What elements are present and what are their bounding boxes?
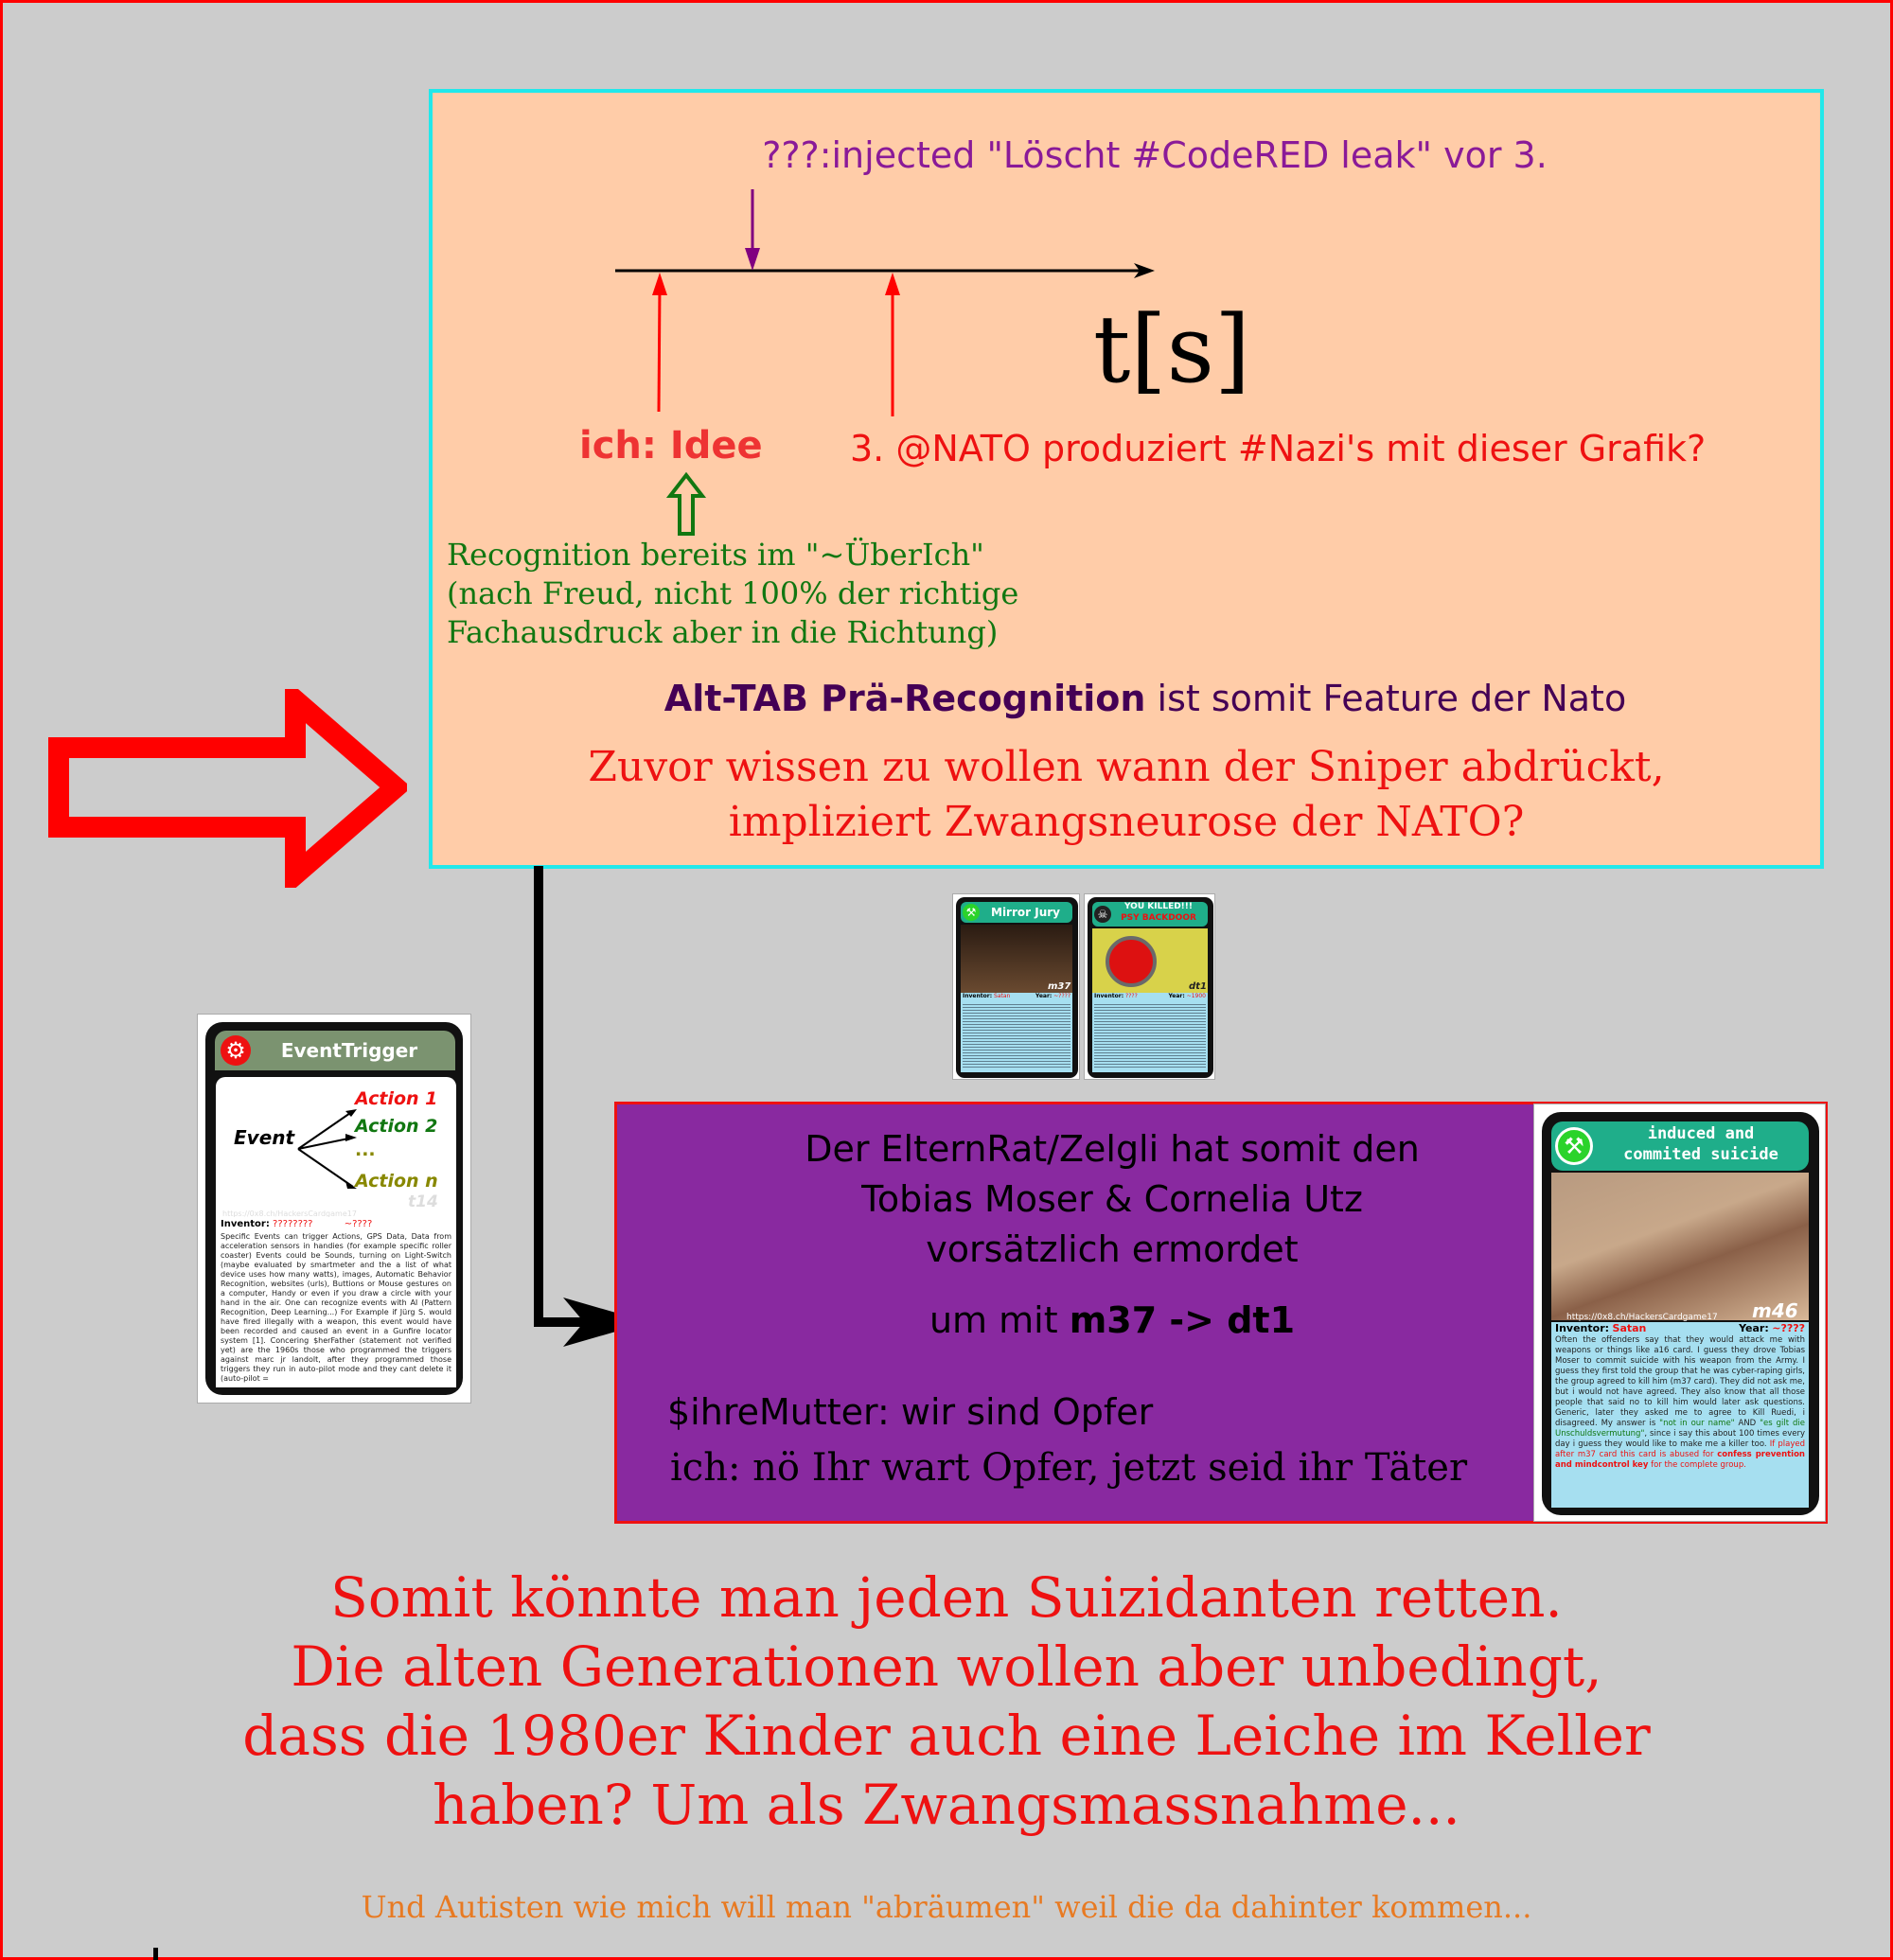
inventor-label: Inventor: bbox=[221, 1219, 270, 1229]
stray-mark bbox=[153, 1948, 158, 1960]
gear-icon: ⚙ bbox=[221, 1035, 251, 1066]
bottom-line: Somit könnte man jeden Suizidanten rette… bbox=[330, 1565, 1563, 1630]
body-red-end: for the complete group. bbox=[1648, 1460, 1746, 1470]
inventor-value: Satan bbox=[994, 993, 1011, 999]
verdict-line: Der ElternRat/Zelgli hat somit den bbox=[805, 1128, 1420, 1170]
card-title: YOU KILLED!!! bbox=[1123, 902, 1193, 911]
card-code: t14 bbox=[408, 1192, 438, 1211]
recognition-line: Recognition bereits im "~ÜberIch" bbox=[447, 537, 984, 573]
action-dots: ... bbox=[355, 1139, 376, 1160]
action-2: Action 2 bbox=[355, 1116, 438, 1137]
card-inventor: Inventor: Satan Year: ~???? bbox=[963, 993, 1070, 999]
footnote: Und Autisten wie mich will man "abräumen… bbox=[361, 1889, 1532, 1925]
bottom-statement: Somit könnte man jeden Suizidanten rette… bbox=[95, 1563, 1798, 1840]
bottom-line: haben? Um als Zwangsmassnahme... bbox=[433, 1773, 1460, 1837]
card-body: Often the offenders say that they would … bbox=[1555, 1335, 1805, 1502]
alttab-rest: ist somit Feature der Nato bbox=[1145, 678, 1627, 719]
event-fanout-arrows bbox=[297, 1109, 357, 1189]
event-trigger-card: ⚙ EventTrigger Event Action 1 Action 2 .… bbox=[197, 1014, 471, 1404]
year-label: Year: bbox=[1739, 1322, 1769, 1334]
mirror-jury-card: ⚒ Mirror Jury m37 Inventor: Satan Year: … bbox=[952, 893, 1080, 1080]
body-start: Often the offenders say that they would … bbox=[1555, 1335, 1805, 1428]
verdict-text: Der ElternRat/Zelgli hat somit den Tobia… bbox=[663, 1124, 1562, 1346]
inventor-label: Inventor: bbox=[963, 993, 993, 999]
card-title: induced and commited suicide bbox=[1597, 1123, 1805, 1165]
card-code: dt1 bbox=[1189, 981, 1207, 992]
inventor-label: Inventor: bbox=[1094, 993, 1124, 999]
action-1: Action 1 bbox=[355, 1088, 438, 1109]
card-subtitle: PSY BACKDOOR bbox=[1121, 913, 1196, 923]
card-title: EventTrigger bbox=[280, 1039, 418, 1062]
inventor-label: Inventor: bbox=[1555, 1322, 1610, 1334]
suicide-card: ⚒ induced and commited suicide m46 https… bbox=[1533, 1104, 1826, 1522]
card-inventor: Inventor: Satan Year: ~???? bbox=[1555, 1322, 1805, 1334]
timeline-axis bbox=[615, 189, 1155, 416]
card-title-line: induced and bbox=[1647, 1124, 1755, 1143]
recognition-line: Fachausdruck aber in die Richtung) bbox=[447, 614, 999, 650]
year-value: ~???? bbox=[1053, 993, 1070, 999]
card-body: Specific Events can trigger Actions, GPS… bbox=[221, 1232, 451, 1383]
hammer-icon: ⚒ bbox=[963, 904, 980, 921]
red-button-icon bbox=[1106, 936, 1157, 987]
recognition-line: (nach Freud, nicht 100% der richtige bbox=[447, 575, 1019, 611]
year-label: Year: bbox=[1035, 993, 1053, 999]
card-photo bbox=[1551, 1173, 1809, 1320]
year-value: ~1900 bbox=[1186, 993, 1206, 999]
sniper-statement: Zuvor wissen zu wollen wann der Sniper a… bbox=[454, 740, 1798, 850]
hammer-icon: ⚒ bbox=[1555, 1127, 1593, 1165]
bottom-line: dass die 1980er Kinder auch eine Leiche … bbox=[242, 1704, 1651, 1768]
card-code: m46 bbox=[1752, 1299, 1798, 1322]
verdict-bold: m37 -> dt1 bbox=[1069, 1299, 1296, 1341]
card-url: https://0x8.ch/HackersCardgame17 bbox=[1566, 1313, 1718, 1322]
card-title-line: commited suicide bbox=[1623, 1145, 1778, 1164]
recognition-note: Recognition bereits im "~ÜberIch" (nach … bbox=[447, 536, 1018, 652]
action-n: Action n bbox=[355, 1171, 438, 1192]
card-code: m37 bbox=[1048, 981, 1071, 992]
card-text-lines bbox=[963, 1002, 1070, 1068]
bottom-line: Die alten Generationen wollen aber unbed… bbox=[291, 1634, 1602, 1699]
verdict-line: um mit m37 -> dt1 bbox=[663, 1296, 1562, 1346]
alttab-bold: Alt-TAB Prä-Recognition bbox=[663, 678, 1146, 719]
card-inventor: Inventor: ???????? ~???? bbox=[221, 1219, 451, 1229]
verdict-prefix: um mit bbox=[929, 1299, 1070, 1341]
red-outline-arrow bbox=[48, 689, 407, 888]
inventor-value: Satan bbox=[1612, 1322, 1647, 1334]
card-text-lines bbox=[1094, 1002, 1206, 1068]
skull-icon: ☠ bbox=[1094, 906, 1111, 923]
you-killed-card: ☠ YOU KILLED!!! PSY BACKDOOR dt1 Invento… bbox=[1084, 893, 1215, 1080]
injected-label: ???:injected "Löscht #CodeRED leak" vor … bbox=[762, 134, 1548, 176]
body-green: "not in our name" bbox=[1659, 1419, 1735, 1428]
ich-line: ich: nö Ihr wart Opfer, jetzt seid ihr T… bbox=[670, 1446, 1468, 1490]
year-value: ~???? bbox=[344, 1219, 373, 1229]
alttab-statement: Alt-TAB Prä-Recognition ist somit Featur… bbox=[530, 678, 1760, 719]
axis-label: t[s] bbox=[1093, 296, 1251, 404]
sniper-line: impliziert Zwangsneurose der NATO? bbox=[728, 798, 1525, 846]
nato-label: 3. @NATO produziert #Nazi's mit dieser G… bbox=[850, 428, 1707, 469]
card-title: Mirror Jury bbox=[991, 906, 1060, 919]
mutter-line: $ihreMutter: wir sind Opfer bbox=[667, 1391, 1154, 1433]
inventor-value: ???????? bbox=[273, 1219, 313, 1229]
verdict-line: vorsätzlich ermordet bbox=[926, 1228, 1299, 1270]
inventor-value: ???? bbox=[1125, 993, 1138, 999]
idea-label: ich: Idee bbox=[579, 424, 763, 468]
year-label: Year: bbox=[1168, 993, 1185, 999]
body-and: AND bbox=[1734, 1419, 1760, 1428]
year-value: ~???? bbox=[1772, 1322, 1805, 1334]
card-inventor: Inventor: ???? Year: ~1900 bbox=[1094, 993, 1206, 999]
verdict-line: Tobias Moser & Cornelia Utz bbox=[861, 1178, 1363, 1220]
hollow-up-arrow-icon bbox=[665, 471, 707, 536]
event-label: Event bbox=[234, 1126, 295, 1149]
sniper-line: Zuvor wissen zu wollen wann der Sniper a… bbox=[588, 743, 1665, 791]
